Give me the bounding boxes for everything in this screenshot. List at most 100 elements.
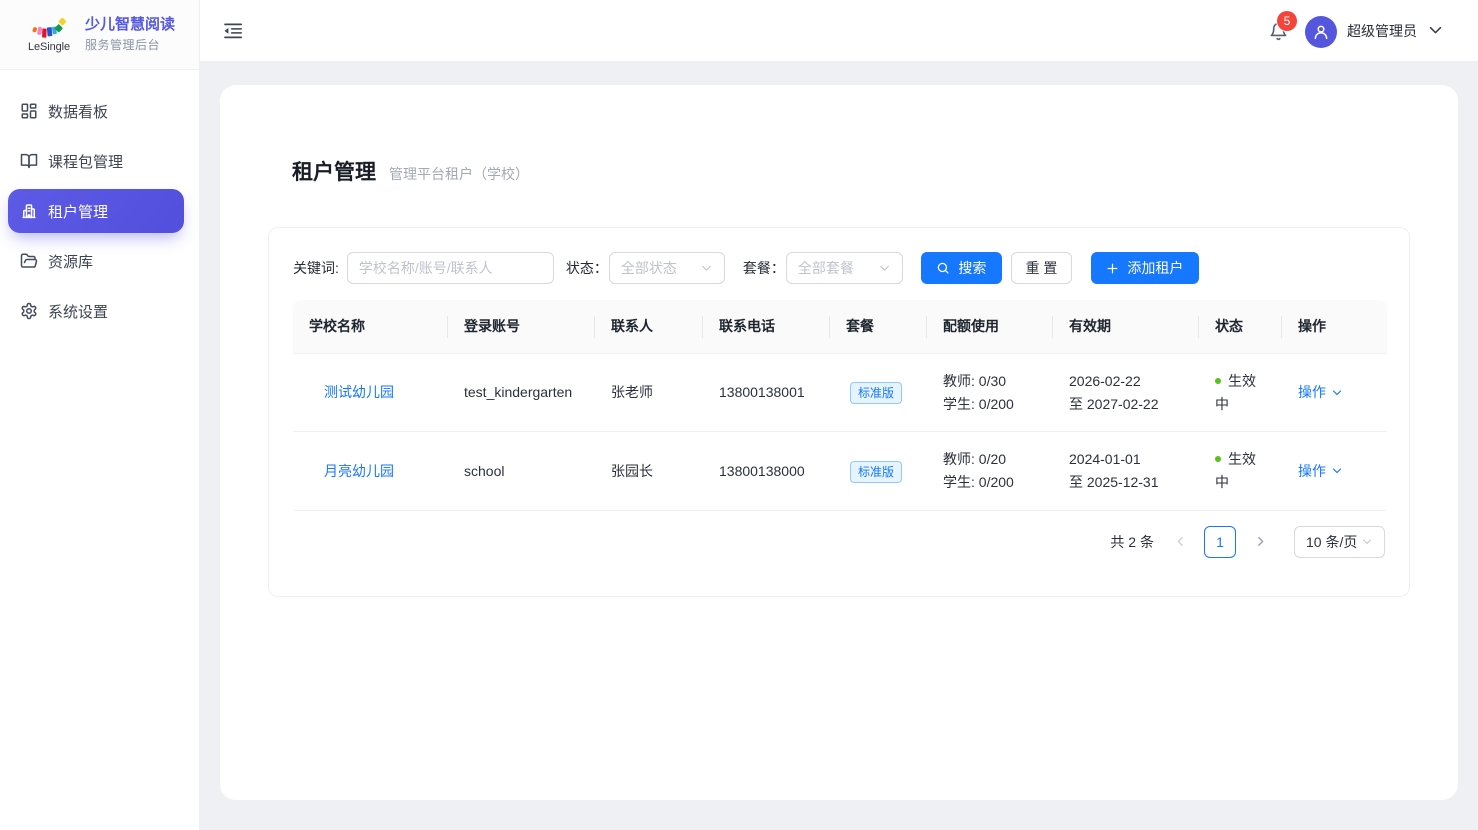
add-tenant-button-label: 添加租户: [1127, 258, 1183, 278]
plan-tag: 标准版: [850, 461, 902, 483]
chevron-down-icon: [1331, 465, 1343, 477]
tenant-table: 学校名称 登录账号 联系人 联系电话 套餐 配额使用 有效期 状态 操作: [293, 300, 1387, 511]
chevron-down-icon: [878, 262, 891, 275]
status-dot-icon: [1215, 456, 1221, 462]
status-dot-icon: [1215, 378, 1221, 384]
reset-button[interactable]: 重 置: [1011, 252, 1072, 284]
status-cell: 生效中: [1199, 354, 1282, 432]
validity-end: 至 2027-02-22: [1069, 393, 1183, 416]
school-cell: 测试幼儿园: [293, 354, 448, 432]
gear-icon: [20, 302, 38, 320]
phone-cell: 13800138000: [703, 432, 830, 510]
quota-students: 学生: 0/200: [943, 471, 1037, 494]
table-header-row: 学校名称 登录账号 联系人 联系电话 套餐 配额使用 有效期 状态 操作: [293, 300, 1387, 354]
table-panel: 关键词: 状态： 全部状态 套餐： 全部套餐 搜索: [268, 227, 1410, 597]
logo-wordmark: LeSingle: [28, 41, 70, 53]
plan-cell: 标准版: [830, 354, 927, 432]
col-school: 学校名称: [293, 300, 448, 354]
chevron-down-icon: [700, 262, 713, 275]
sidebar-item-course-packages[interactable]: 课程包管理: [8, 139, 184, 183]
quota-teachers: 教师: 0/20: [943, 448, 1037, 471]
status-cell: 生效中: [1199, 432, 1282, 510]
status-label: 状态：: [566, 258, 608, 278]
validity-end: 至 2025-12-31: [1069, 471, 1183, 494]
pagination-prev-button[interactable]: [1164, 526, 1196, 558]
col-quota: 配额使用: [927, 300, 1053, 354]
avatar[interactable]: [1305, 16, 1337, 48]
username: 超级管理员: [1347, 21, 1417, 41]
quota-students: 学生: 0/200: [943, 393, 1037, 416]
col-status: 状态: [1199, 300, 1282, 354]
account-cell: school: [448, 432, 595, 510]
status-text: 生效中: [1215, 373, 1256, 412]
row-actions-dropdown[interactable]: 操作: [1298, 460, 1343, 483]
search-button-label: 搜索: [958, 258, 986, 278]
brand-subtitle: 服务管理后台: [85, 36, 175, 53]
col-contact: 联系人: [595, 300, 703, 354]
validity-start: 2024-01-01: [1069, 448, 1183, 471]
search-button[interactable]: 搜索: [921, 252, 1002, 284]
topbar: 5 超级管理员: [200, 0, 1478, 62]
sidebar-collapse-icon[interactable]: [223, 21, 243, 41]
plan-select[interactable]: 全部套餐: [786, 252, 903, 284]
row-actions-label: 操作: [1298, 460, 1326, 483]
col-plan: 套餐: [830, 300, 927, 354]
plan-label: 套餐：: [743, 258, 785, 278]
phone-cell: 13800138001: [703, 354, 830, 432]
keyword-label: 关键词:: [293, 258, 339, 278]
contact-cell: 张园长: [595, 432, 703, 510]
validity-cell: 2026-02-22至 2027-02-22: [1053, 354, 1199, 432]
chevron-right-icon: [1254, 535, 1267, 548]
lesingle-logo-icon: [32, 17, 67, 39]
row-actions-dropdown[interactable]: 操作: [1298, 381, 1343, 404]
user-icon: [1312, 23, 1330, 41]
status-select-value: 全部状态: [621, 258, 677, 278]
plan-cell: 标准版: [830, 432, 927, 510]
add-tenant-button[interactable]: 添加租户: [1091, 252, 1199, 284]
row-actions-label: 操作: [1298, 381, 1326, 404]
account-cell: test_kindergarten: [448, 354, 595, 432]
pagination: 共 2 条 1 10 条/页: [293, 526, 1385, 558]
contact-cell: 张老师: [595, 354, 703, 432]
action-cell: 操作: [1282, 354, 1387, 432]
status-text: 生效中: [1215, 451, 1256, 490]
main-content: 租户管理 管理平台租户（学校） 关键词: 状态： 全部状态 套餐： 全部套餐: [200, 62, 1478, 830]
sidebar-item-tenants[interactable]: 租户管理: [8, 189, 184, 233]
dashboard-icon: [20, 102, 38, 120]
pagination-total: 共 2 条: [1110, 532, 1154, 552]
plan-select-value: 全部套餐: [798, 258, 854, 278]
chevron-left-icon: [1174, 535, 1187, 548]
page-card: 租户管理 管理平台租户（学校） 关键词: 状态： 全部状态 套餐： 全部套餐: [220, 85, 1458, 800]
chevron-down-icon[interactable]: [1427, 22, 1444, 39]
sidebar-item-label: 课程包管理: [48, 151, 123, 172]
validity-cell: 2024-01-01至 2025-12-31: [1053, 432, 1199, 510]
building-icon: [20, 202, 38, 220]
page-size-select[interactable]: 10 条/页: [1294, 526, 1385, 558]
plan-tag: 标准版: [850, 382, 902, 404]
pagination-next-button[interactable]: [1244, 526, 1276, 558]
sidebar-item-settings[interactable]: 系统设置: [8, 289, 184, 333]
sidebar-menu: 数据看板 课程包管理 租户管理 资源库 系统设置: [0, 70, 199, 333]
table-row: 月亮幼儿园 school 张园长 13800138000 标准版 教师: 0/2…: [293, 432, 1387, 510]
keyword-input[interactable]: [347, 252, 554, 284]
school-link[interactable]: 测试幼儿园: [324, 384, 394, 400]
pagination-page-1[interactable]: 1: [1204, 526, 1236, 558]
topbar-right: 5 超级管理员: [1269, 13, 1444, 48]
brand-text: 少儿智慧阅读 服务管理后台: [85, 16, 175, 53]
page-subtitle: 管理平台租户（学校）: [389, 164, 529, 184]
sidebar-item-dashboard[interactable]: 数据看板: [8, 89, 184, 133]
quota-cell: 教师: 0/20学生: 0/200: [927, 432, 1053, 510]
filter-bar: 关键词: 状态： 全部状态 套餐： 全部套餐 搜索: [293, 252, 1385, 284]
sidebar-item-resources[interactable]: 资源库: [8, 239, 184, 283]
page-size-value: 10 条/页: [1306, 532, 1357, 552]
logo-area: LeSingle 少儿智慧阅读 服务管理后台: [0, 0, 199, 70]
chevron-down-icon: [1331, 387, 1343, 399]
notification-bell-button[interactable]: 5: [1269, 21, 1289, 41]
sidebar-item-label: 系统设置: [48, 301, 108, 322]
sidebar-item-label: 租户管理: [48, 201, 108, 222]
status-select[interactable]: 全部状态: [609, 252, 725, 284]
validity-start: 2026-02-22: [1069, 370, 1183, 393]
school-link[interactable]: 月亮幼儿园: [324, 463, 394, 479]
sidebar-item-label: 资源库: [48, 251, 93, 272]
quota-cell: 教师: 0/30学生: 0/200: [927, 354, 1053, 432]
